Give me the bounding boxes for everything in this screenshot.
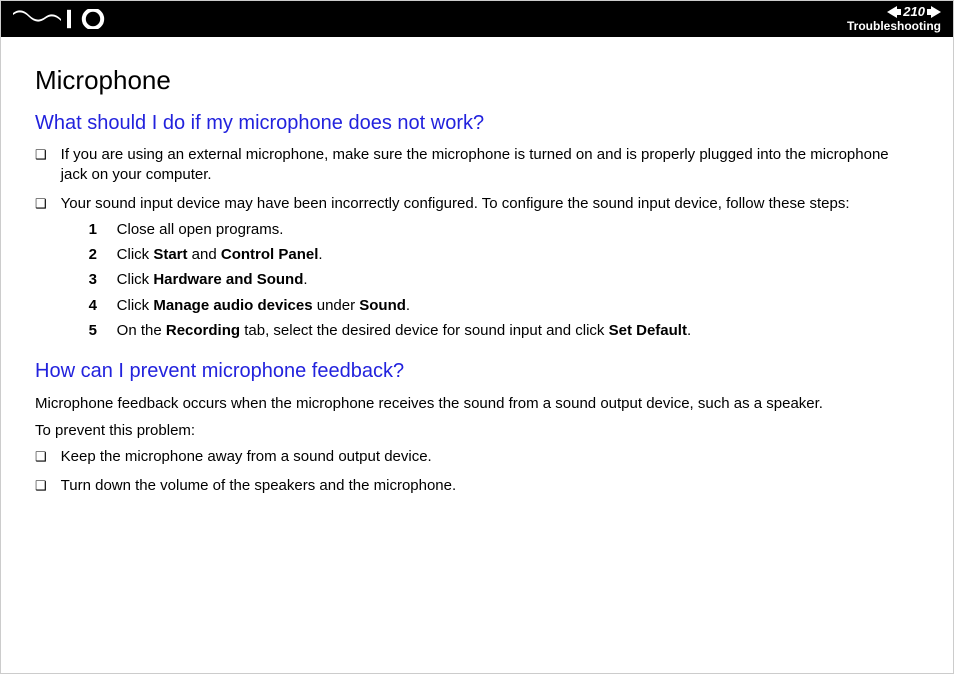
step-item: 2 Click Start and Control Panel. bbox=[89, 243, 850, 266]
text-run: . bbox=[303, 271, 307, 288]
bullet-text: Keep the microphone away from a sound ou… bbox=[61, 447, 432, 467]
step-number: 5 bbox=[89, 319, 103, 342]
step-number: 3 bbox=[89, 268, 103, 291]
step-number: 2 bbox=[89, 243, 103, 266]
keyword: Sound bbox=[359, 297, 406, 314]
step-item: 3 Click Hardware and Sound. bbox=[89, 268, 850, 291]
next-page-arrow-icon[interactable] bbox=[927, 6, 941, 18]
list-item: ❑ Keep the microphone away from a sound … bbox=[35, 447, 919, 468]
bullet-icon: ❑ bbox=[35, 476, 47, 497]
step-text: Click Manage audio devices under Sound. bbox=[117, 294, 410, 317]
step-text: Click Start and Control Panel. bbox=[117, 243, 323, 266]
list-item: ❑ If you are using an external microphon… bbox=[35, 145, 919, 186]
bullet-text: Turn down the volume of the speakers and… bbox=[61, 476, 457, 496]
step-item: 1 Close all open programs. bbox=[89, 218, 850, 241]
bullet-icon: ❑ bbox=[35, 145, 47, 166]
text-run: Click bbox=[117, 271, 154, 288]
keyword: Set Default bbox=[609, 322, 687, 339]
page-title: Microphone bbox=[35, 65, 919, 96]
step-text: Close all open programs. bbox=[117, 218, 284, 241]
question-1-heading: What should I do if my microphone does n… bbox=[35, 112, 919, 135]
step-number: 4 bbox=[89, 294, 103, 317]
keyword: Start bbox=[153, 246, 187, 263]
bullet-icon: ❑ bbox=[35, 447, 47, 468]
bullet-text: If you are using an external microphone,… bbox=[61, 145, 919, 186]
keyword: Hardware and Sound bbox=[153, 271, 303, 288]
step-number: 1 bbox=[89, 218, 103, 241]
list-item: ❑ Your sound input device may have been … bbox=[35, 194, 919, 345]
page-nav: 210 bbox=[887, 5, 941, 19]
text-run: tab, select the desired device for sound… bbox=[240, 322, 609, 339]
keyword: Recording bbox=[166, 322, 240, 339]
steps-list: 1 Close all open programs. 2 Click Start… bbox=[89, 218, 850, 342]
paragraph: To prevent this problem: bbox=[35, 420, 919, 441]
vaio-logo bbox=[13, 9, 109, 29]
page-header: 210 Troubleshooting bbox=[1, 1, 953, 37]
step-text: Click Hardware and Sound. bbox=[117, 268, 308, 291]
text-run: Click bbox=[117, 246, 154, 263]
prev-page-arrow-icon[interactable] bbox=[887, 6, 901, 18]
q2-bullets: ❑ Keep the microphone away from a sound … bbox=[35, 447, 919, 497]
keyword: Manage audio devices bbox=[153, 297, 312, 314]
bullet-text: Your sound input device may have been in… bbox=[61, 195, 850, 212]
page-number: 210 bbox=[903, 5, 925, 19]
text-run: Click bbox=[117, 297, 154, 314]
step-item: 5 On the Recording tab, select the desir… bbox=[89, 319, 850, 342]
bullet-body: Your sound input device may have been in… bbox=[61, 194, 850, 345]
step-item: 4 Click Manage audio devices under Sound… bbox=[89, 294, 850, 317]
text-run: . bbox=[318, 246, 322, 263]
q1-bullets: ❑ If you are using an external microphon… bbox=[35, 145, 919, 344]
text-run: . bbox=[406, 297, 410, 314]
step-text: On the Recording tab, select the desired… bbox=[117, 319, 691, 342]
text-run: On the bbox=[117, 322, 166, 339]
bullet-icon: ❑ bbox=[35, 194, 47, 215]
list-item: ❑ Turn down the volume of the speakers a… bbox=[35, 476, 919, 497]
text-run: . bbox=[687, 322, 691, 339]
header-right: 210 Troubleshooting bbox=[847, 5, 941, 32]
text-run: under bbox=[313, 297, 360, 314]
content-area: Microphone What should I do if my microp… bbox=[1, 37, 953, 525]
question-2-heading: How can I prevent microphone feedback? bbox=[35, 360, 919, 383]
section-label: Troubleshooting bbox=[847, 20, 941, 33]
text-run: and bbox=[188, 246, 221, 263]
document-page: 210 Troubleshooting Microphone What shou… bbox=[0, 0, 954, 674]
keyword: Control Panel bbox=[221, 246, 319, 263]
paragraph: Microphone feedback occurs when the micr… bbox=[35, 393, 919, 414]
